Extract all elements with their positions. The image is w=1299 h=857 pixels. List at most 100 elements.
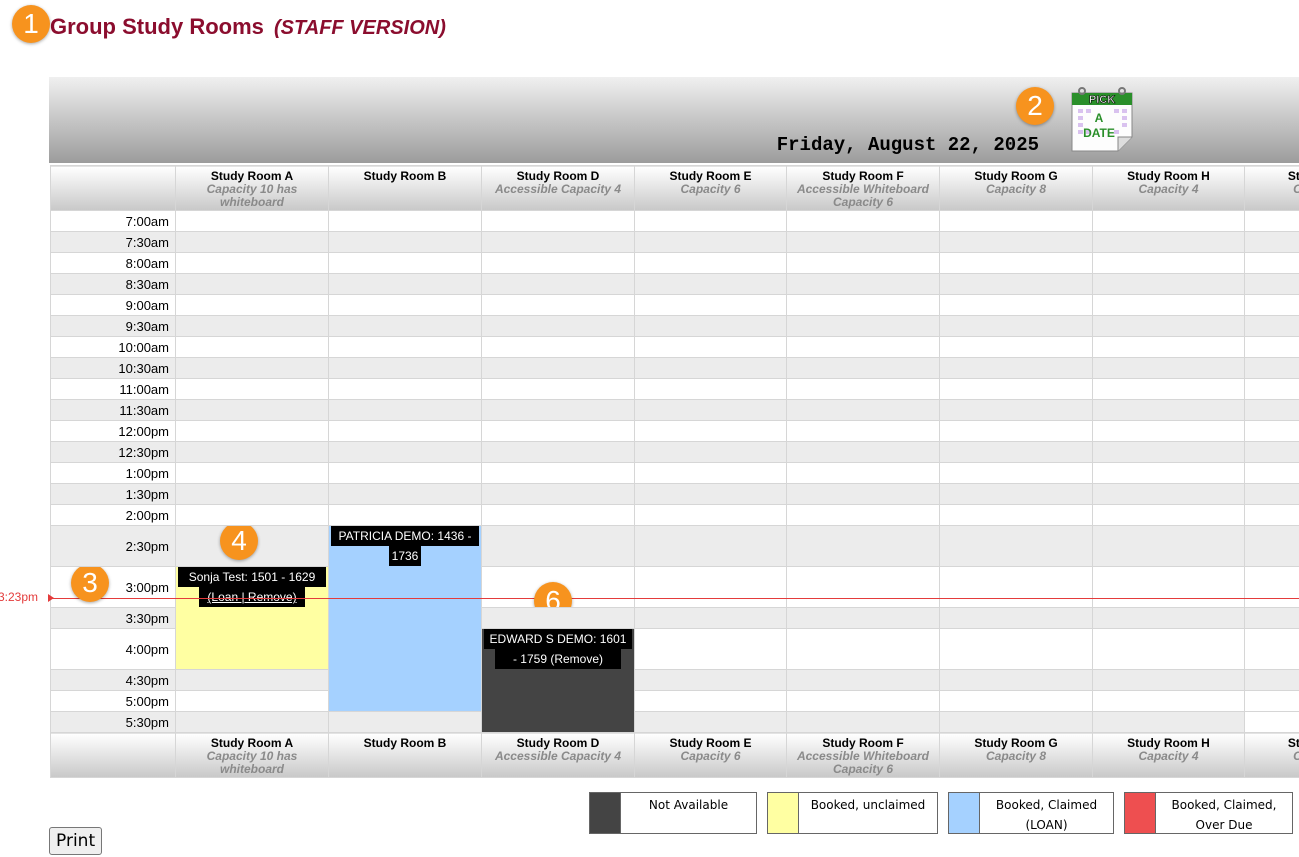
- slot-cell[interactable]: [1244, 252, 1299, 274]
- slot-cell[interactable]: [939, 336, 1093, 358]
- slot-cell[interactable]: [1092, 711, 1245, 733]
- slot-cell[interactable]: [1244, 315, 1299, 337]
- slot-cell[interactable]: [1092, 690, 1245, 712]
- slot-cell[interactable]: [481, 252, 635, 274]
- slot-cell[interactable]: [1244, 566, 1299, 608]
- slot-cell[interactable]: [1244, 273, 1299, 295]
- slot-cell[interactable]: [634, 711, 787, 733]
- slot-cell[interactable]: [481, 441, 635, 463]
- slot-cell[interactable]: [634, 336, 787, 358]
- slot-cell[interactable]: [939, 294, 1093, 316]
- slot-cell[interactable]: [1092, 628, 1245, 670]
- slot-cell[interactable]: [1092, 566, 1245, 608]
- slot-cell[interactable]: [939, 628, 1093, 670]
- slot-cell[interactable]: [328, 399, 482, 421]
- slot-cell[interactable]: [1092, 315, 1245, 337]
- slot-cell[interactable]: [634, 607, 787, 629]
- slot-cell[interactable]: 6: [481, 566, 635, 608]
- slot-cell[interactable]: [1092, 607, 1245, 629]
- slot-cell[interactable]: [1092, 462, 1245, 484]
- slot-cell[interactable]: [175, 378, 329, 400]
- slot-cell[interactable]: [634, 399, 787, 421]
- slot-cell[interactable]: [634, 420, 787, 442]
- slot-cell[interactable]: [481, 378, 635, 400]
- slot-cell[interactable]: [481, 210, 635, 232]
- slot-cell[interactable]: [939, 378, 1093, 400]
- slot-cell[interactable]: [786, 399, 940, 421]
- slot-cell[interactable]: [1244, 231, 1299, 253]
- slot-cell[interactable]: [1092, 399, 1245, 421]
- slot-cell[interactable]: [786, 690, 940, 712]
- slot-cell[interactable]: [175, 231, 329, 253]
- slot-cell[interactable]: [786, 566, 940, 608]
- slot-cell[interactable]: [328, 252, 482, 274]
- slot-cell[interactable]: [939, 399, 1093, 421]
- slot-cell[interactable]: [1244, 420, 1299, 442]
- slot-cell[interactable]: [1244, 294, 1299, 316]
- booking-cell-room-a[interactable]: Sonja Test: 1501 - 1629 (Loan | Remove): [175, 566, 329, 670]
- slot-cell[interactable]: [481, 315, 635, 337]
- slot-cell[interactable]: [634, 252, 787, 274]
- slot-cell[interactable]: [175, 690, 329, 712]
- slot-cell[interactable]: [1092, 441, 1245, 463]
- slot-cell[interactable]: [786, 357, 940, 379]
- slot-cell[interactable]: [1092, 252, 1245, 274]
- slot-cell[interactable]: [634, 462, 787, 484]
- slot-cell[interactable]: [175, 273, 329, 295]
- slot-cell[interactable]: [175, 210, 329, 232]
- slot-cell[interactable]: [1092, 231, 1245, 253]
- slot-cell[interactable]: [328, 315, 482, 337]
- slot-cell[interactable]: [634, 504, 787, 526]
- slot-cell[interactable]: [1244, 378, 1299, 400]
- slot-cell[interactable]: [1092, 669, 1245, 691]
- slot-cell[interactable]: [1092, 210, 1245, 232]
- slot-cell[interactable]: [328, 483, 482, 505]
- slot-cell[interactable]: [1244, 336, 1299, 358]
- slot-cell[interactable]: [175, 294, 329, 316]
- slot-cell[interactable]: [1092, 420, 1245, 442]
- slot-cell[interactable]: [175, 252, 329, 274]
- slot-cell[interactable]: [786, 420, 940, 442]
- slot-cell[interactable]: [1092, 357, 1245, 379]
- slot-cell[interactable]: [328, 336, 482, 358]
- slot-cell[interactable]: [1244, 483, 1299, 505]
- slot-cell[interactable]: [634, 357, 787, 379]
- slot-cell[interactable]: [481, 607, 635, 629]
- slot-cell[interactable]: [1244, 357, 1299, 379]
- slot-cell[interactable]: [786, 336, 940, 358]
- slot-cell[interactable]: [786, 231, 940, 253]
- slot-cell[interactable]: [939, 462, 1093, 484]
- slot-cell[interactable]: [939, 273, 1093, 295]
- slot-cell[interactable]: [786, 378, 940, 400]
- slot-cell[interactable]: [481, 336, 635, 358]
- slot-cell[interactable]: [481, 399, 635, 421]
- slot-cell[interactable]: [786, 607, 940, 629]
- slot-cell[interactable]: [328, 441, 482, 463]
- slot-cell[interactable]: [786, 315, 940, 337]
- booking-line[interactable]: - 1759 (Remove): [495, 649, 621, 669]
- slot-cell[interactable]: [175, 669, 329, 691]
- slot-cell[interactable]: [786, 504, 940, 526]
- booking-line[interactable]: PATRICIA DEMO: 1436 -: [331, 526, 479, 546]
- slot-cell[interactable]: [634, 483, 787, 505]
- slot-cell[interactable]: 4: [175, 525, 329, 567]
- slot-cell[interactable]: [1092, 483, 1245, 505]
- slot-cell[interactable]: [634, 669, 787, 691]
- slot-cell[interactable]: [175, 357, 329, 379]
- slot-cell[interactable]: [786, 628, 940, 670]
- slot-cell[interactable]: [939, 357, 1093, 379]
- slot-cell[interactable]: [939, 690, 1093, 712]
- slot-cell[interactable]: [939, 566, 1093, 608]
- slot-cell[interactable]: [1092, 294, 1245, 316]
- slot-cell[interactable]: [634, 441, 787, 463]
- slot-cell[interactable]: [328, 462, 482, 484]
- slot-cell[interactable]: [481, 357, 635, 379]
- booking-line[interactable]: Sonja Test: 1501 - 1629: [178, 567, 326, 587]
- slot-cell[interactable]: [786, 711, 940, 733]
- slot-cell[interactable]: [1244, 669, 1299, 691]
- slot-cell[interactable]: [1244, 607, 1299, 629]
- slot-cell[interactable]: [1092, 273, 1245, 295]
- slot-cell[interactable]: [939, 504, 1093, 526]
- slot-cell[interactable]: [1092, 336, 1245, 358]
- slot-cell[interactable]: [481, 420, 635, 442]
